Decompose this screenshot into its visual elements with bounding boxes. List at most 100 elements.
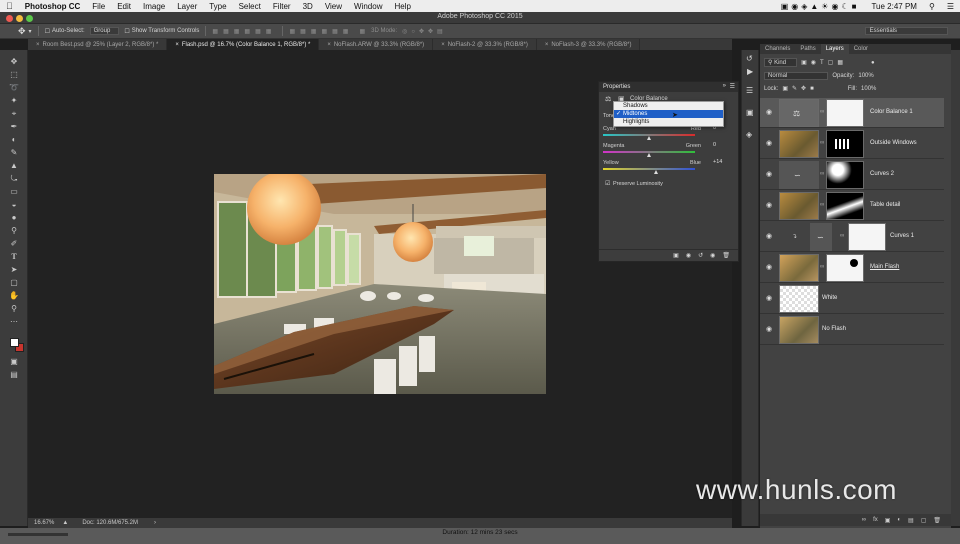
menu-filter[interactable]: Filter: [267, 2, 297, 11]
auto-select-checkbox[interactable]: ☐: [45, 28, 50, 35]
visibility-eye-icon[interactable]: ◉: [766, 294, 772, 302]
workspace-switcher[interactable]: Essentials: [864, 27, 948, 35]
tab-paths[interactable]: Paths: [795, 44, 820, 54]
layers-scrollbar[interactable]: [951, 50, 960, 526]
visibility-eye-icon[interactable]: ◉: [766, 263, 772, 271]
status-icons[interactable]: ▣◉◈▲☀◉☾■: [775, 2, 866, 11]
preserve-luminosity-checkbox[interactable]: ☑: [605, 180, 610, 187]
status-menu-arrow-icon[interactable]: ›: [154, 520, 156, 526]
menu-window[interactable]: Window: [348, 2, 388, 11]
eraser-tool-icon[interactable]: ▭: [8, 186, 20, 197]
lasso-tool-icon[interactable]: ➰: [8, 82, 20, 93]
show-transform-checkbox[interactable]: ☐: [124, 28, 129, 35]
tone-option-highlights[interactable]: Highlights: [614, 118, 723, 126]
tone-option-midtones[interactable]: ✓ Midtones: [614, 110, 723, 118]
menu-select[interactable]: Select: [233, 2, 267, 11]
layer-curves-1[interactable]: ◉ ↴ ∽ ∞ Curves 1: [760, 222, 944, 252]
dodge-tool-icon[interactable]: ⚲: [8, 225, 20, 236]
layer-mask[interactable]: [826, 192, 864, 220]
quick-mask-icon[interactable]: ▣: [8, 356, 20, 367]
menu-app-name[interactable]: Photoshop CC: [19, 2, 87, 11]
layer-style-icon[interactable]: fx: [873, 517, 878, 523]
chain-link-icon[interactable]: ∞: [820, 202, 824, 208]
distribute-icons[interactable]: ▦▦▦▦▦▦: [289, 28, 353, 35]
layer-name[interactable]: Main Flash: [870, 264, 899, 270]
delete-icon[interactable]: 🗑: [722, 252, 730, 259]
add-mask-icon[interactable]: ▣: [885, 517, 891, 524]
doc-tab-room-best[interactable]: × Room Best.psd @ 25% (Layer 2, RGB/8*) *: [28, 39, 168, 50]
3d-tool-icons[interactable]: ◎○✥✥▤: [402, 28, 447, 35]
clone-stamp-tool-icon[interactable]: ▲: [8, 160, 20, 171]
layer-name[interactable]: Color Balance 1: [870, 109, 913, 115]
cyan-red-thumb[interactable]: [647, 136, 651, 140]
blend-mode-dropdown[interactable]: Normal: [764, 71, 829, 80]
chevron-down-icon[interactable]: ▾: [29, 28, 32, 35]
layer-mask[interactable]: [826, 99, 864, 127]
layer-mask[interactable]: [826, 161, 864, 189]
layer-name[interactable]: White: [822, 295, 837, 301]
chain-link-icon[interactable]: ∞: [840, 233, 844, 239]
document-image[interactable]: [214, 174, 546, 394]
crop-tool-icon[interactable]: ⌖: [8, 108, 20, 119]
tab-channels[interactable]: Channels: [760, 44, 795, 54]
actions-play-icon[interactable]: ▶: [747, 67, 753, 76]
menu-layer[interactable]: Layer: [171, 2, 203, 11]
panel-menu-icon[interactable]: ☰: [730, 83, 735, 90]
screen-mode-icon[interactable]: ▤: [8, 369, 20, 380]
layer-name[interactable]: Curves 2: [870, 171, 894, 177]
type-tool-icon[interactable]: T: [8, 251, 20, 262]
chain-link-icon[interactable]: ∞: [820, 140, 824, 146]
move-tool-icon[interactable]: ✥: [8, 56, 20, 67]
link-layers-icon[interactable]: ∞: [862, 517, 866, 523]
magenta-green-value[interactable]: 0: [713, 142, 716, 148]
filter-kind-dropdown[interactable]: ⚲ Kind: [764, 58, 798, 67]
menu-image[interactable]: Image: [137, 2, 171, 11]
cyan-red-slider[interactable]: Cyan Red 0: [603, 125, 731, 140]
history-brush-tool-icon[interactable]: ⤿: [8, 173, 20, 184]
doc-tab-noflash[interactable]: × NoFlash.ARW @ 33.3% (RGB/8*): [319, 39, 434, 50]
new-adjustment-icon[interactable]: ◐: [897, 517, 901, 523]
auto-align-icon[interactable]: ▦: [359, 28, 365, 35]
close-icon[interactable]: ×: [545, 42, 549, 48]
eyedropper-tool-icon[interactable]: ✒: [8, 121, 20, 132]
path-select-tool-icon[interactable]: ➤: [8, 264, 20, 275]
magenta-green-slider[interactable]: Magenta Green 0: [603, 142, 731, 157]
share-icon[interactable]: ▲: [62, 520, 68, 526]
tab-layers[interactable]: Layers: [820, 44, 849, 54]
yellow-blue-value[interactable]: +14: [713, 159, 722, 165]
chain-link-icon[interactable]: ∞: [820, 171, 824, 177]
auto-select-dropdown[interactable]: Group: [89, 27, 120, 35]
doc-tab-flash[interactable]: × Flash.psd @ 16.7% (Color Balance 1, RGB…: [167, 39, 320, 50]
menu-3d[interactable]: 3D: [297, 2, 319, 11]
character-icon[interactable]: ◈: [746, 130, 752, 139]
zoom-tool-icon[interactable]: ⚲: [8, 303, 20, 314]
layer-color-balance-1[interactable]: ◉ ⚖ ∞ Color Balance 1: [760, 98, 944, 128]
foreground-color-swatch[interactable]: [10, 338, 19, 347]
layer-main-flash[interactable]: ◉ ∞ Main Flash: [760, 253, 944, 283]
menu-file[interactable]: File: [86, 2, 111, 11]
zoom-level[interactable]: 16.67%: [34, 520, 54, 526]
clip-to-layer-icon[interactable]: ▣: [673, 252, 679, 259]
hand-tool-icon[interactable]: ✋: [8, 290, 20, 301]
filter-icons[interactable]: ▣◉T▢▦: [801, 59, 847, 66]
filter-toggle-icon[interactable]: ●: [871, 60, 875, 66]
visibility-eye-icon[interactable]: ◉: [766, 108, 772, 116]
new-layer-icon[interactable]: ▢: [921, 517, 927, 524]
layer-name[interactable]: Curves 1: [890, 233, 914, 239]
paint-bucket-tool-icon[interactable]: ◒: [8, 199, 20, 210]
menu-edit[interactable]: Edit: [111, 2, 137, 11]
visibility-eye-icon[interactable]: ◉: [766, 139, 772, 147]
yellow-blue-slider[interactable]: Yellow Blue +14: [603, 159, 731, 174]
menu-help[interactable]: Help: [388, 2, 416, 11]
brush-tool-icon[interactable]: ✎: [8, 147, 20, 158]
layer-mask[interactable]: [826, 254, 864, 282]
layer-mask[interactable]: [826, 130, 864, 158]
reset-icon[interactable]: ↺: [698, 252, 703, 259]
properties-icon[interactable]: ☰: [746, 86, 753, 95]
marquee-tool-icon[interactable]: ⬚: [8, 69, 20, 80]
panel-collapse-icon[interactable]: »: [723, 83, 726, 89]
doc-tab-noflash-2[interactable]: × NoFlash-2 @ 33.3% (RGB/8*): [433, 39, 537, 50]
visibility-eye-icon[interactable]: ◉: [766, 232, 772, 240]
chain-link-icon[interactable]: ∞: [820, 109, 824, 115]
layer-curves-2[interactable]: ◉ ∽ ∞ Curves 2: [760, 160, 944, 190]
